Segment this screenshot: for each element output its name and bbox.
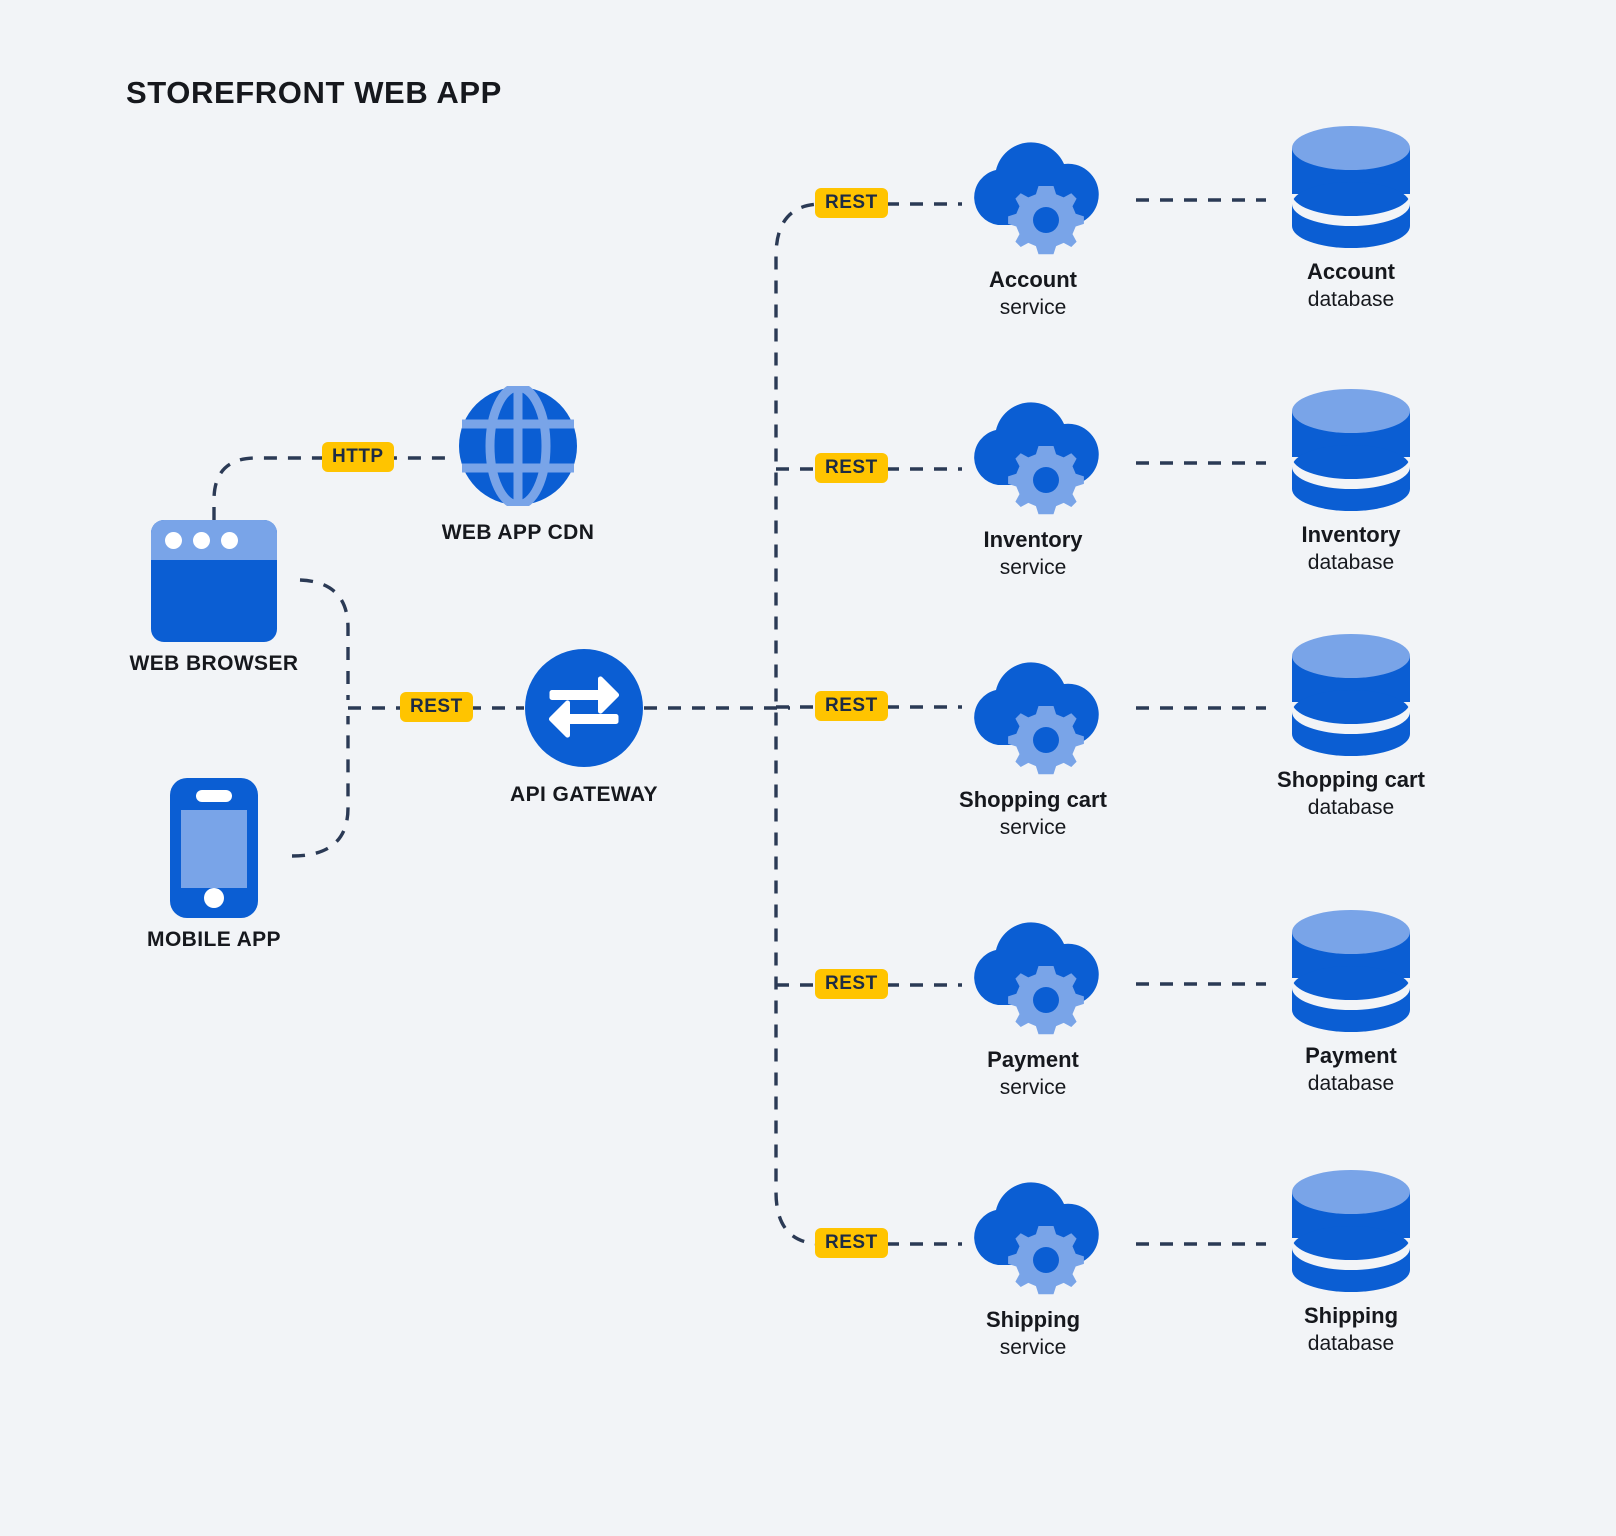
node-name-shipping-service: Shipping	[985, 1307, 1081, 1332]
database-cylinder-icon	[1292, 910, 1410, 1032]
node-kind-shopping-cart-database: database	[1307, 796, 1395, 820]
node-name-shipping-database: Shipping	[1303, 1303, 1399, 1328]
globe-icon	[459, 382, 577, 510]
node-web-app-cdn[interactable]: WEB APP CDN	[398, 382, 638, 545]
node-database-payment[interactable]: Payment database	[1231, 906, 1471, 1098]
node-database-inventory[interactable]: Inventory database	[1231, 385, 1471, 577]
node-kind-account-database: database	[1307, 288, 1395, 312]
mobile-phone-icon	[170, 778, 258, 918]
browser-icon	[151, 520, 277, 642]
node-service-shopping-cart[interactable]: Shopping cart service	[913, 650, 1153, 842]
node-service-shipping[interactable]: Shipping service	[913, 1170, 1153, 1362]
protocol-badge-rest-gateway[interactable]: REST	[400, 692, 473, 722]
node-kind-account-service: service	[999, 296, 1067, 320]
node-kind-payment-database: database	[1307, 1072, 1395, 1096]
protocol-badge-rest-cart[interactable]: REST	[815, 691, 888, 721]
protocol-badge-rest-shipping[interactable]: REST	[815, 1228, 888, 1258]
diagram-canvas: STOREFRONT WEB APP HTTP REST REST REST R…	[0, 0, 1616, 1536]
node-mobile-app[interactable]: MOBILE APP	[94, 778, 334, 952]
database-cylinder-icon	[1292, 1170, 1410, 1292]
node-name-inventory-service: Inventory	[983, 527, 1083, 552]
node-web-browser[interactable]: WEB BROWSER	[94, 520, 334, 676]
node-kind-inventory-database: database	[1307, 551, 1395, 575]
node-label-api-gateway: API GATEWAY	[510, 783, 658, 806]
node-database-shopping-cart[interactable]: Shopping cart database	[1231, 630, 1471, 822]
node-kind-shipping-service: service	[999, 1336, 1067, 1360]
browser-dot-icon	[221, 531, 238, 549]
node-api-gateway[interactable]: API GATEWAY	[464, 648, 704, 807]
phone-screen-icon	[181, 810, 247, 888]
database-cylinder-icon	[1292, 634, 1410, 756]
service-bus-trunk	[774, 202, 862, 1246]
node-kind-inventory-service: service	[999, 556, 1067, 580]
phone-home-button-icon	[204, 888, 224, 908]
node-name-payment-database: Payment	[1305, 1043, 1397, 1068]
cloud-gear-icon	[974, 922, 1099, 1035]
cloud-gear-icon	[974, 662, 1099, 775]
node-name-account-database: Account	[1307, 259, 1395, 284]
cloud-gear-icon	[974, 142, 1099, 255]
node-kind-payment-service: service	[999, 1076, 1067, 1100]
protocol-badge-rest-account[interactable]: REST	[815, 188, 888, 218]
phone-speaker-icon	[196, 790, 232, 802]
node-kind-shipping-database: database	[1307, 1332, 1395, 1356]
protocol-badge-http[interactable]: HTTP	[322, 442, 394, 472]
exchange-arrows-icon	[525, 649, 643, 767]
node-database-shipping[interactable]: Shipping database	[1231, 1166, 1471, 1358]
node-label-web-browser: WEB BROWSER	[129, 652, 299, 675]
node-name-account-service: Account	[989, 267, 1077, 292]
cloud-gear-icon	[974, 1182, 1099, 1295]
protocol-badge-rest-payment[interactable]: REST	[815, 969, 888, 999]
node-name-inventory-database: Inventory	[1301, 522, 1401, 547]
node-name-shopping-cart-service: Shopping cart	[959, 787, 1107, 812]
cloud-gear-icon	[974, 402, 1099, 515]
node-name-payment-service: Payment	[987, 1047, 1079, 1072]
browser-dot-icon	[165, 531, 182, 549]
node-database-account[interactable]: Account database	[1231, 122, 1471, 314]
node-name-shopping-cart-database: Shopping cart	[1277, 767, 1425, 792]
node-service-inventory[interactable]: Inventory service	[913, 390, 1153, 582]
node-label-mobile-app: MOBILE APP	[147, 928, 281, 951]
node-service-payment[interactable]: Payment service	[913, 910, 1153, 1102]
node-kind-shopping-cart-service: service	[999, 816, 1067, 840]
database-cylinder-icon	[1292, 126, 1410, 248]
protocol-badge-rest-inventory[interactable]: REST	[815, 453, 888, 483]
database-cylinder-icon	[1292, 389, 1410, 511]
browser-dot-icon	[193, 531, 210, 549]
node-service-account[interactable]: Account service	[913, 130, 1153, 322]
node-label-web-app-cdn: WEB APP CDN	[441, 521, 595, 544]
